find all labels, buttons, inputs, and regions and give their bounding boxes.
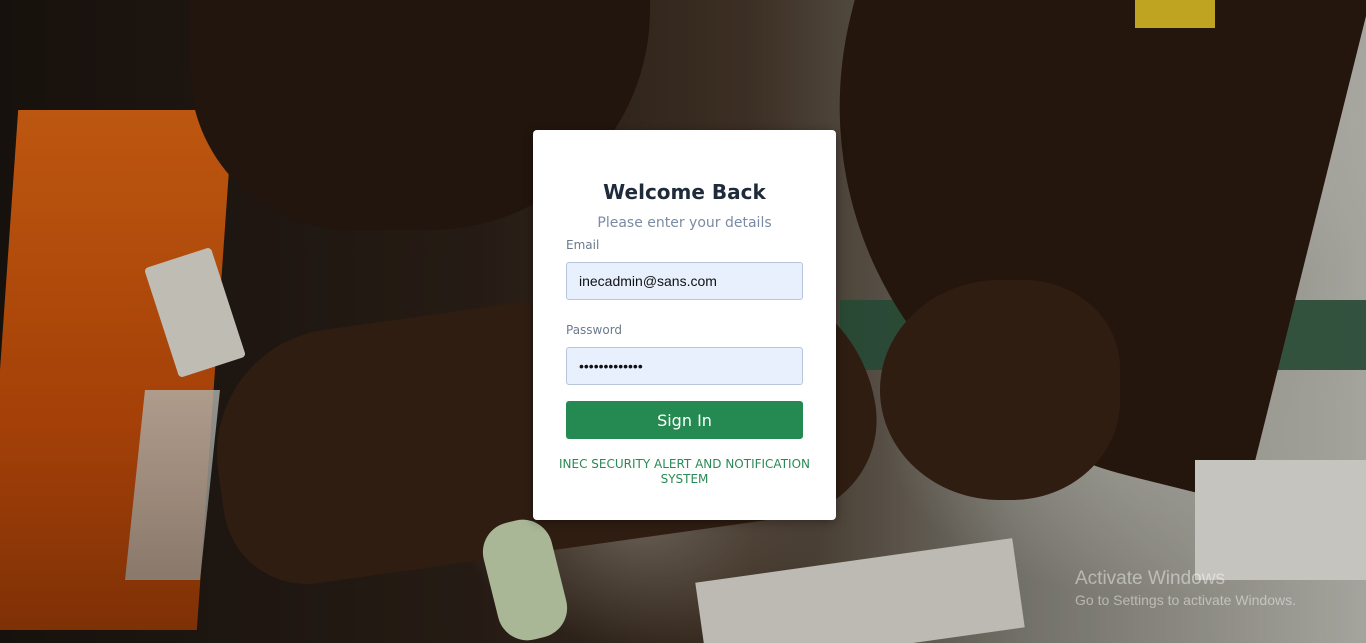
sign-in-button[interactable]: Sign In — [566, 401, 803, 439]
watermark-line-1: Activate Windows — [1075, 568, 1225, 589]
email-label: Email — [566, 238, 600, 252]
email-field[interactable] — [566, 262, 803, 300]
watermark-line-2: Go to Settings to activate Windows. — [1075, 592, 1296, 608]
login-title: Welcome Back — [603, 180, 766, 204]
password-label: Password — [566, 323, 623, 337]
windows-activation-watermark: Activate Windows Go to Settings to activ… — [1075, 568, 1296, 608]
password-field[interactable] — [566, 347, 803, 385]
login-subtitle: Please enter your details — [597, 215, 772, 231]
login-card: Welcome Back Please enter your details E… — [533, 130, 836, 520]
system-name-text: INEC SECURITY ALERT AND NOTIFICATION SYS… — [558, 457, 810, 486]
